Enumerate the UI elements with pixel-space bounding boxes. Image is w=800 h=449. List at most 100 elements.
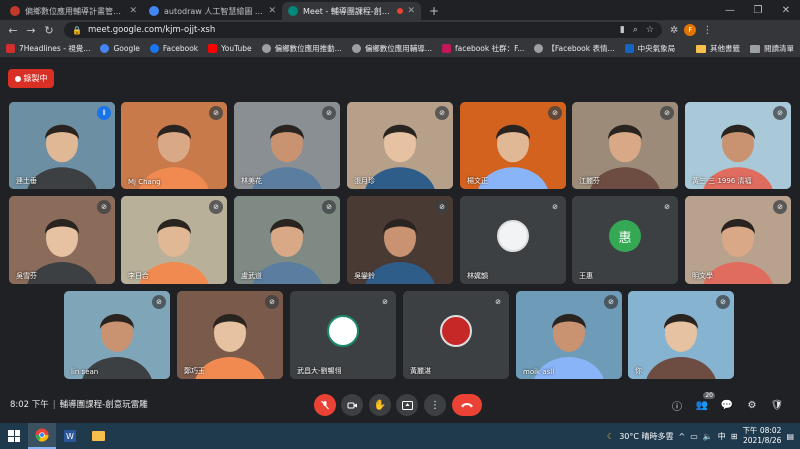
close-tab-icon[interactable]: ✕	[129, 6, 137, 16]
participant-tile[interactable]: ⊘ 你	[628, 291, 734, 379]
mic-muted-icon: ⊘	[716, 295, 730, 309]
mic-muted-icon: ⊘	[209, 200, 223, 214]
raise-hand-button[interactable]: ✋	[369, 394, 391, 416]
close-tab-icon[interactable]: ✕	[268, 6, 276, 16]
start-button[interactable]	[0, 423, 28, 449]
ime-mode-icon[interactable]: ⊞	[731, 432, 738, 441]
browser-tab[interactable]: 偏鄉數位應用輔導計畫管理後台 ✕	[4, 2, 143, 20]
bookmark-item[interactable]: Facebook	[149, 44, 198, 53]
back-button[interactable]: ←	[4, 21, 22, 39]
participant-tile[interactable]: ⊘ 武昌大-劉暢翎	[290, 291, 396, 379]
taskbar-clock[interactable]: 下午 08:02 2021/8/26	[742, 426, 781, 446]
tab-favicon-icon	[10, 6, 20, 16]
mic-muted-icon: ⊘	[773, 200, 787, 214]
camera-permission-icon[interactable]: ▮	[620, 25, 625, 35]
participant-name: 林美花	[241, 177, 262, 185]
participant-tile[interactable]: ⊘ 明文學	[685, 196, 791, 284]
ime-indicator[interactable]: 中	[718, 431, 726, 442]
browser-tab-strip: 偏鄉數位應用輔導計畫管理後台 ✕ autodraw 人工智慧繪圖 - Googl…	[0, 0, 800, 20]
browser-tab[interactable]: autodraw 人工智慧繪圖 - Google ✕	[143, 2, 282, 20]
chat-button[interactable]: 💬	[718, 396, 736, 414]
tray-chevron-icon[interactable]: ^	[679, 432, 686, 441]
record-dot-icon	[14, 75, 21, 82]
bookmark-item[interactable]: YouTube	[208, 44, 252, 53]
bookmark-item[interactable]: 中央氣象局	[624, 43, 675, 54]
participant-tile[interactable]: ⊘ 盧武道	[234, 196, 340, 284]
bookmark-item[interactable]: Google	[100, 44, 140, 53]
mic-muted-icon: ⊘	[378, 295, 392, 309]
participant-tile[interactable]: ⊘ 鄭巧玉	[177, 291, 283, 379]
tab-favicon-icon	[149, 6, 159, 16]
bookmark-item[interactable]: facebook 社群：F...	[441, 43, 524, 54]
minimize-button[interactable]: —	[716, 0, 744, 20]
participant-tile[interactable]: 惠 ⊘ 王惠	[572, 196, 678, 284]
activities-button[interactable]: ⚙	[743, 396, 761, 414]
chat-icon: 💬	[720, 399, 734, 411]
reading-list[interactable]: 閱讀清單	[750, 43, 794, 54]
profile-avatar[interactable]: F	[684, 24, 697, 36]
close-tab-icon[interactable]: ✕	[407, 6, 415, 16]
participant-tile[interactable]: ⊘ Mj Chang	[121, 102, 227, 189]
taskbar-word[interactable]: W	[56, 423, 84, 449]
mic-off-button[interactable]	[314, 394, 336, 416]
present-screen-button[interactable]	[396, 394, 418, 416]
taskbar-chrome[interactable]	[28, 423, 56, 449]
browser-menu-icon[interactable]: ⋮	[702, 25, 712, 36]
new-tab-button[interactable]: +	[425, 2, 443, 20]
mic-muted-icon: ⊘	[209, 106, 223, 120]
participant-tile[interactable]: ⊘ 張月珍	[347, 102, 453, 189]
participant-tile[interactable]: ⊘ 李日合	[121, 196, 227, 284]
more-vert-icon: ⋮	[430, 399, 440, 411]
reload-button[interactable]: ↻	[40, 21, 58, 39]
participant-name: lin sean	[71, 368, 99, 376]
participant-tile[interactable]: ⊘ 林娓韻	[460, 196, 566, 284]
other-bookmarks-folder[interactable]: 其他書籤	[696, 43, 740, 54]
browser-toolbar: ← → ↻ 🔒 meet.google.com/kjm-ojjt-xsh ▮ ⌕…	[0, 20, 800, 40]
taskbar-file-explorer[interactable]	[84, 423, 112, 449]
host-controls-button[interactable]: 🛡	[768, 396, 786, 414]
meet-stage: 錄製中 ⦀ 連土垂 ⊘ Mj Chang ⊘ 林美花 ⊘ 張月珍 ⊘ 楊文正 ⊘ 江麗芬 ⊘ 黃三 三 1…	[0, 58, 800, 423]
participant-tile[interactable]: ⊘ 吳鑾鈴	[347, 196, 453, 284]
notification-icon[interactable]: ▤	[786, 432, 794, 441]
weather-text[interactable]: 30°C 晴時多雲	[619, 431, 673, 442]
bookmark-item[interactable]: 偏鄉數位應用推動...	[261, 43, 342, 54]
youtube-icon	[208, 44, 218, 53]
participant-tile[interactable]: ⊘ lin sean	[64, 291, 170, 379]
facebook-group-icon	[441, 44, 451, 53]
participant-tile[interactable]: ⊘ 林美花	[234, 102, 340, 189]
bookmark-item[interactable]: 【Facebook 表情...	[534, 43, 615, 54]
camera-button[interactable]	[341, 394, 363, 416]
participant-tile[interactable]: ⊘ 楊文正	[460, 102, 566, 189]
participant-tile[interactable]: ⦀ 連土垂	[9, 102, 115, 189]
bookmark-item[interactable]: 偏鄉數位應用輔導...	[351, 43, 432, 54]
participant-avatar: 惠	[609, 220, 641, 253]
network-icon[interactable]: ▭	[690, 432, 698, 441]
leave-call-button[interactable]	[452, 394, 482, 416]
mic-muted-icon: ⊘	[773, 106, 787, 120]
close-window-button[interactable]: ✕	[772, 0, 800, 20]
people-button[interactable]: 👥 20	[693, 392, 715, 414]
participant-name: 張月珍	[354, 177, 375, 185]
maximize-button[interactable]: ❐	[744, 0, 772, 20]
windows-logo-icon	[8, 430, 20, 442]
participant-tile[interactable]: ⊘ 吳雪芬	[9, 196, 115, 284]
participant-tile[interactable]: ⊘ 江麗芬	[572, 102, 678, 189]
bookmarks-bar: 7Headlines - 視覺... Google Facebook YouTu…	[0, 40, 800, 58]
browser-tab-active[interactable]: Meet - 輔導團課程-創意玩雷雕 ✕	[282, 2, 421, 20]
participant-tile[interactable]: ⊘ 黃三 三 1996 清福	[685, 102, 791, 189]
participant-tile[interactable]: ⊘ 黃麗湛	[403, 291, 509, 379]
bookmark-star-icon[interactable]: ☆	[646, 25, 654, 35]
mic-muted-icon: ⊘	[322, 106, 336, 120]
volume-icon[interactable]: 🔈	[703, 432, 713, 441]
people-icon: 👥	[695, 399, 709, 411]
bookmark-item[interactable]: 7Headlines - 視覺...	[6, 43, 90, 54]
extensions-puzzle-icon[interactable]: ✲	[670, 25, 678, 36]
participant-tile[interactable]: ⊘ moik asll	[516, 291, 622, 379]
meeting-details-button[interactable]: ⓘ	[668, 396, 686, 414]
forward-button[interactable]: →	[22, 21, 40, 39]
globe-icon	[261, 44, 271, 53]
participant-name: 林娓韻	[467, 272, 488, 280]
zoom-search-icon[interactable]: ⌕	[633, 25, 638, 35]
more-options-button[interactable]: ⋮	[424, 394, 446, 416]
address-bar[interactable]: 🔒 meet.google.com/kjm-ojjt-xsh ▮ ⌕ ☆	[64, 22, 662, 38]
